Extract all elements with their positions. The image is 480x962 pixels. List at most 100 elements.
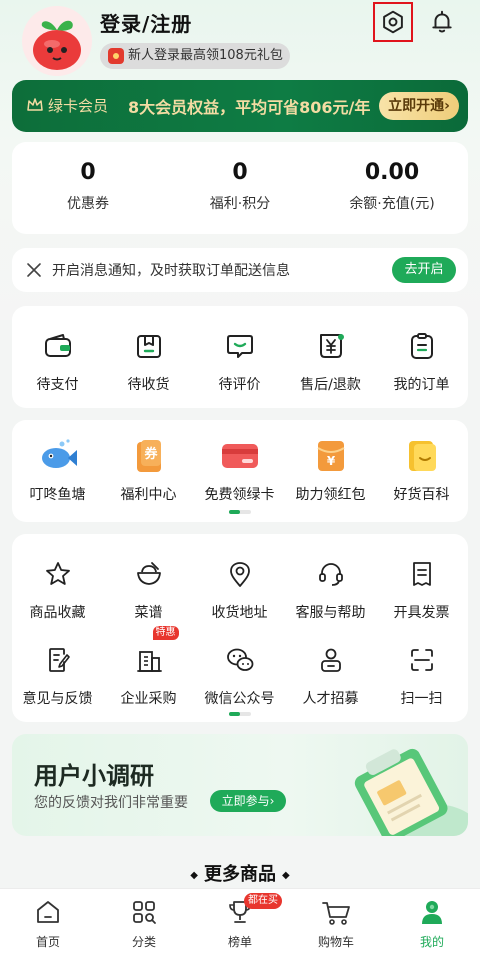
service-recruitment[interactable]: 人才招募: [285, 642, 376, 708]
home-icon: [37, 901, 59, 923]
enable-notification-button[interactable]: 去开启: [392, 257, 456, 283]
clipboard-illustration: [354, 748, 468, 836]
account-stats-card: 0 优惠券 0 福利·积分 0.00 余额·充值(元): [12, 142, 468, 234]
tab-mine[interactable]: 我的: [384, 897, 480, 950]
service-label: 企业采购: [120, 691, 177, 707]
fish-icon: [41, 439, 77, 468]
card-icon: [221, 444, 258, 468]
diamond-icon: ◆: [282, 869, 290, 881]
order-pending-receipt[interactable]: 待收货: [103, 328, 194, 394]
service-scan[interactable]: 扫一扫: [376, 642, 467, 708]
feature-red-packet[interactable]: ¥ 助力领红包: [285, 438, 376, 504]
features-page-indicator: [229, 510, 251, 514]
recruit-icon: [320, 648, 341, 672]
order-label: 售后/退款: [300, 377, 361, 393]
stat-balance[interactable]: 0.00 余额·充值(元): [316, 160, 468, 213]
close-icon[interactable]: [26, 262, 42, 278]
settings-button[interactable]: [373, 2, 413, 42]
order-label: 我的订单: [393, 377, 450, 393]
my-orders[interactable]: 我的订单: [376, 328, 467, 394]
survey-join-button[interactable]: 立即参与›: [210, 790, 286, 812]
service-recipes[interactable]: 菜谱: [103, 556, 194, 622]
coupon-icon: 券: [136, 440, 161, 472]
service-wechat-account[interactable]: 微信公众号: [194, 642, 285, 708]
service-label: 商品收藏: [29, 605, 86, 621]
crown-icon: [27, 98, 43, 111]
service-label: 开具发票: [393, 605, 450, 621]
order-pending-review[interactable]: 待评价: [194, 328, 285, 394]
scan-icon: [410, 649, 433, 671]
order-after-sales[interactable]: 售后/退款: [285, 328, 376, 394]
orders-card: 待支付 待收货 待评价 售后/退款 我的订单: [12, 306, 468, 408]
stat-value: 0: [80, 160, 96, 185]
notification-prompt: 开启消息通知，及时获取订单配送信息 去开启: [12, 248, 468, 292]
tab-label: 分类: [131, 935, 156, 949]
feature-label: 好货百科: [393, 487, 450, 503]
order-label: 待评价: [218, 377, 261, 393]
stat-label: 福利·积分: [209, 196, 271, 212]
profile-icon: [422, 901, 442, 924]
settings-icon: [383, 10, 403, 34]
service-label: 人才招募: [302, 691, 359, 707]
service-address[interactable]: 收货地址: [194, 556, 285, 622]
new-user-gift-banner[interactable]: 新人登录最高领108元礼包: [100, 43, 290, 69]
avatar[interactable]: [22, 6, 92, 76]
order-pending-payment[interactable]: 待支付: [12, 328, 103, 394]
feedback-icon: [48, 648, 70, 672]
location-icon: [229, 562, 250, 587]
tab-ranking[interactable]: 都在买 榜单: [192, 893, 288, 950]
service-customer-support[interactable]: 客服与帮助: [285, 556, 376, 622]
tab-cart[interactable]: 购物车: [288, 897, 384, 950]
book-icon: [408, 441, 436, 471]
survey-subtitle: 您的反馈对我们非常重要: [34, 795, 188, 811]
stat-points[interactable]: 0 福利·积分: [164, 160, 316, 213]
order-label: 待支付: [36, 377, 79, 393]
wechat-icon: [226, 648, 253, 671]
tab-home[interactable]: 首页: [0, 897, 96, 950]
user-survey-banner[interactable]: 用户小调研 您的反馈对我们非常重要 立即参与›: [12, 734, 468, 836]
service-feedback[interactable]: 意见与反馈: [12, 642, 103, 708]
order-label: 待收货: [127, 377, 170, 393]
gift-text: 新人登录最高领108元礼包: [128, 48, 283, 63]
bottom-tab-bar: 首页 分类 都在买 榜单 购物车 我的: [0, 888, 480, 962]
profile-header: 登录/注册 新人登录最高领108元礼包: [0, 0, 480, 80]
service-label: 意见与反馈: [22, 691, 93, 707]
diamond-icon: ◆: [190, 869, 198, 881]
more-products-text: 更多商品: [204, 864, 276, 885]
features-card: 叮咚鱼塘 券 福利中心 免费领绿卡 ¥ 助力领红包 好货百科: [12, 420, 468, 522]
order-list-icon: [410, 333, 433, 359]
tab-label: 购物车: [317, 935, 354, 949]
service-invoice[interactable]: 开具发票: [376, 556, 467, 622]
red-envelope-icon: [108, 48, 124, 64]
notice-text: 开启消息通知，及时获取订单配送信息: [52, 263, 290, 279]
service-enterprise-purchase[interactable]: 特惠 企业采购: [103, 626, 194, 708]
cart-icon: [322, 902, 350, 925]
login-register-title[interactable]: 登录/注册: [100, 8, 192, 37]
service-favorites[interactable]: 商品收藏: [12, 556, 103, 622]
stat-label: 余额·充值(元): [349, 196, 435, 212]
enterprise-icon: [136, 651, 162, 672]
tab-label: 我的: [419, 935, 444, 949]
trending-badge: 都在买: [244, 893, 282, 909]
bell-icon: [432, 10, 452, 33]
special-offer-badge: 特惠: [152, 626, 179, 640]
feature-fish-pond[interactable]: 叮咚鱼塘: [12, 438, 103, 504]
feature-goods-wiki[interactable]: 好货百科: [376, 438, 467, 504]
vip-name: 绿卡会员: [48, 97, 109, 115]
feature-label: 叮咚鱼塘: [29, 487, 86, 503]
vip-activate-button[interactable]: 立即开通›: [379, 92, 459, 120]
headset-icon: [318, 563, 343, 586]
svg-text:¥: ¥: [326, 454, 335, 468]
refund-icon: [319, 334, 344, 358]
tab-category[interactable]: 分类: [96, 897, 192, 950]
vip-membership-banner[interactable]: 绿卡会员 8大会员权益，平均可省806元/年 立即开通›: [12, 80, 468, 132]
package-icon: [136, 335, 161, 358]
notification-button[interactable]: [424, 4, 460, 40]
services-card: 商品收藏 菜谱 收货地址 客服与帮助 开具发票 意见与反馈 特惠 企业采购 微信…: [12, 534, 468, 722]
service-label: 扫一扫: [400, 691, 443, 707]
stat-value: 0: [232, 160, 248, 185]
feature-welfare-center[interactable]: 券 福利中心: [103, 438, 194, 504]
stat-coupons[interactable]: 0 优惠券: [12, 160, 164, 213]
services-page-indicator: [229, 712, 251, 716]
feature-free-green-card[interactable]: 免费领绿卡: [194, 438, 285, 504]
